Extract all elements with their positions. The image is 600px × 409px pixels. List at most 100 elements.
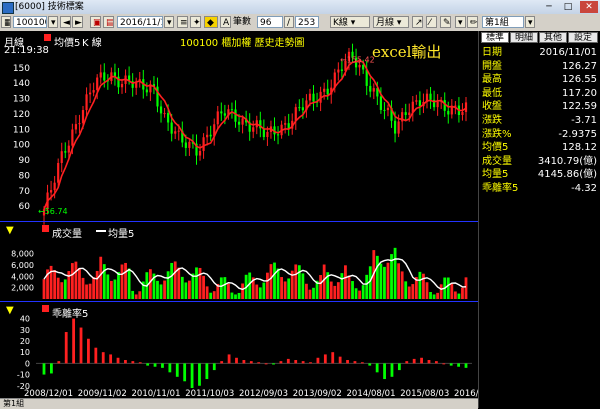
- volume-bar: [180, 276, 184, 299]
- candle-body: [145, 89, 148, 93]
- bias-bar: [257, 362, 261, 364]
- doc-icon[interactable]: ≡: [177, 16, 188, 28]
- bias-bar: [331, 352, 335, 364]
- dropdown-icon[interactable]: ▾: [455, 16, 466, 28]
- candle-body: [362, 64, 365, 70]
- volume-bar: [301, 273, 305, 299]
- period-total-field[interactable]: 253: [295, 16, 319, 28]
- bias-bar: [434, 361, 438, 364]
- volume-bar: [461, 287, 464, 299]
- monthly-select[interactable]: 月線 ▾: [373, 16, 409, 28]
- info-row: 開盤 126.27: [479, 60, 600, 73]
- candle-body: [74, 124, 78, 130]
- info-label: 均量5: [482, 169, 509, 181]
- bias-bar: [131, 361, 135, 364]
- high-marker-label: ←155.42: [340, 55, 375, 64]
- date-input[interactable]: 2016/11/1: [117, 16, 163, 28]
- volume-tick-label: 2,000: [11, 284, 34, 293]
- symbol-input[interactable]: 100100: [13, 16, 47, 28]
- star-icon[interactable]: ✦: [190, 16, 201, 28]
- info-value: 3410.79(億): [537, 155, 597, 167]
- chart-area[interactable]: 月線 均價5 K 線 21:19:38 100100 櫃加權 歷史走勢圖 150…: [0, 31, 478, 408]
- volume-bar: [429, 292, 432, 299]
- volume-tick-label: 6,000: [11, 261, 34, 270]
- minimize-button[interactable]: ─: [540, 1, 558, 13]
- next-arrow-icon[interactable]: ►: [72, 16, 83, 28]
- volume-bar: [127, 268, 131, 299]
- bias-bar: [323, 354, 327, 364]
- info-label: 收盤: [482, 101, 502, 113]
- info-value: 126.27: [562, 60, 597, 72]
- volume-bar: [134, 294, 138, 299]
- candle-body: [49, 190, 53, 193]
- candle-body: [120, 83, 124, 88]
- candle-body: [209, 134, 212, 137]
- kline-select[interactable]: K線 ▾: [330, 16, 370, 28]
- candle-body: [198, 150, 202, 156]
- pen-icon[interactable]: ✏: [467, 16, 478, 28]
- bias-bar: [316, 357, 320, 364]
- candle-body: [436, 101, 439, 108]
- candle-body: [64, 151, 67, 153]
- info-row: 成交量 3410.79(億): [479, 155, 600, 168]
- candle-body: [234, 109, 237, 122]
- bias-bar: [212, 363, 216, 371]
- bias-bar: [405, 361, 409, 364]
- highlight-icon[interactable]: ◆: [204, 16, 218, 28]
- volume-bar: [344, 265, 347, 299]
- avg-volume-legend-label: 均量5: [108, 229, 135, 240]
- candle-body: [464, 102, 468, 112]
- draw-tool-icon[interactable]: ✎: [440, 16, 451, 28]
- close-button[interactable]: ✕: [580, 1, 598, 13]
- volume-bar: [131, 290, 135, 299]
- candle-body: [383, 109, 386, 111]
- volume-bar: [439, 284, 443, 299]
- info-value: -2.9375: [558, 128, 597, 140]
- grid-icon[interactable]: ▦: [1, 16, 11, 28]
- chart-icon[interactable]: ▤: [103, 16, 114, 28]
- bias-bar: [87, 338, 90, 364]
- bias-bar: [198, 363, 201, 386]
- bias-bar: [301, 361, 305, 364]
- volume-bar: [209, 292, 213, 299]
- monthly-select-label: 月線: [376, 18, 395, 28]
- volume-panel-divider: [0, 301, 478, 302]
- zoom-icon[interactable]: ↗: [412, 16, 423, 28]
- volume-panel-icon[interactable]: ▼: [6, 225, 14, 236]
- line-tool-icon[interactable]: ⁄: [426, 16, 437, 28]
- chevron-down-icon[interactable]: ▾: [525, 16, 535, 28]
- candle-body: [81, 110, 85, 124]
- tab-settings[interactable]: 設定: [568, 32, 598, 43]
- bias-panel-icon[interactable]: ▼: [6, 305, 14, 316]
- tab-other[interactable]: 其他: [539, 32, 567, 43]
- price-tick-label: 130: [13, 95, 30, 105]
- prev-arrow-icon[interactable]: ◄: [60, 16, 71, 28]
- layout-select[interactable]: 第1組: [482, 16, 524, 28]
- toolbar: ▦ 100100 ▾ ◄ ► ▣ ▤ 2016/11/1 ▾ ≡ ✦ ◆ A 筆…: [0, 14, 600, 32]
- volume-bar: [351, 281, 354, 299]
- chevron-down-icon[interactable]: ▾: [164, 16, 174, 28]
- text-icon[interactable]: A: [220, 16, 231, 28]
- tab-standard[interactable]: 標準: [481, 32, 509, 43]
- maximize-button[interactable]: □: [559, 1, 577, 13]
- volume-bar: [383, 266, 386, 299]
- bias-bar: [79, 327, 83, 364]
- volume-bar: [56, 277, 60, 299]
- volume-bar: [170, 262, 174, 299]
- candle-body: [184, 142, 187, 148]
- tab-detail[interactable]: 明細: [510, 32, 538, 43]
- bias-bar: [360, 362, 364, 364]
- chevron-down-icon[interactable]: ▾: [48, 16, 58, 28]
- volume-bar: [124, 262, 127, 299]
- calendar-icon[interactable]: ▣: [90, 16, 101, 28]
- bias-bar: [368, 363, 372, 366]
- candle-body: [447, 110, 450, 115]
- price-tick-label: 70: [19, 187, 31, 197]
- candle-body: [429, 93, 432, 100]
- volume-bar: [234, 294, 237, 299]
- bias-tick-label: 10: [20, 348, 30, 357]
- price-tick-label: 90: [19, 156, 31, 166]
- period-input[interactable]: 96: [257, 16, 283, 28]
- candle-body: [461, 111, 464, 116]
- volume-bar: [425, 282, 429, 299]
